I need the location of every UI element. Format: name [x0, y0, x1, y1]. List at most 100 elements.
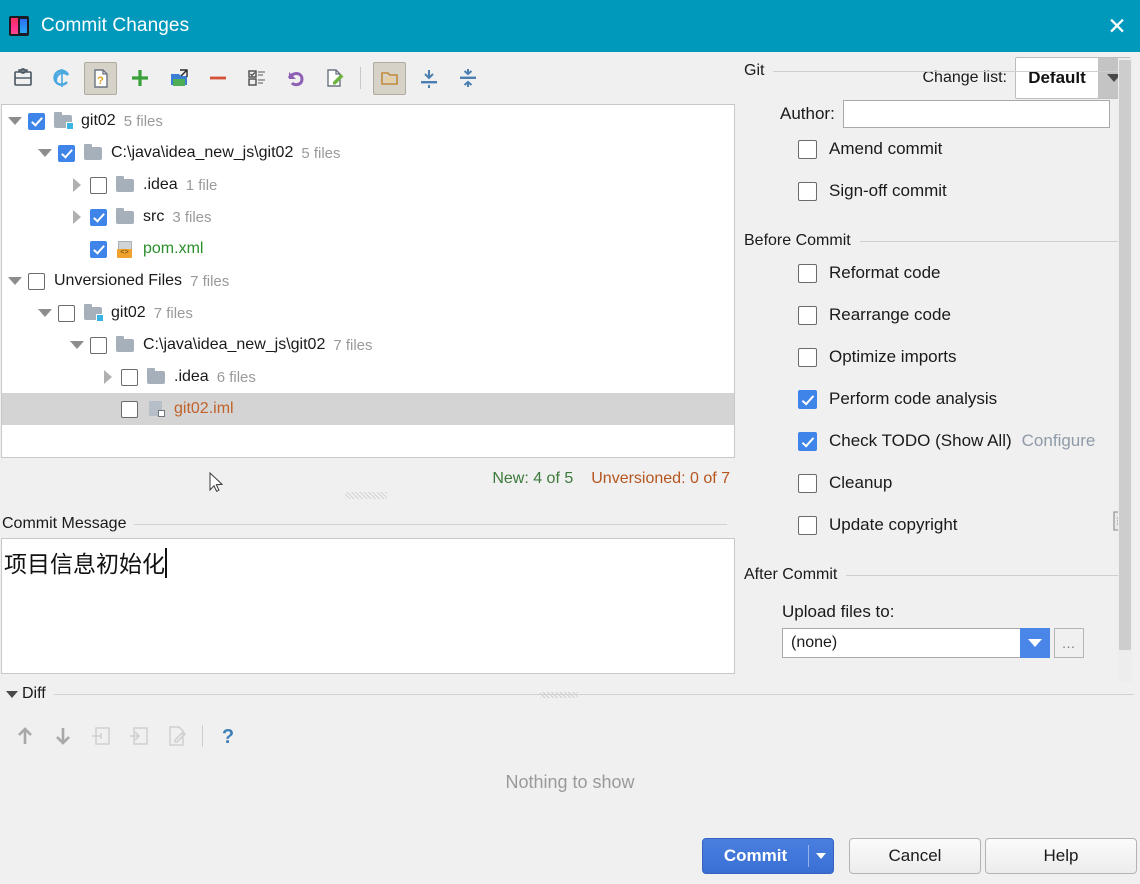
- reformat-code-checkbox[interactable]: [798, 263, 817, 283]
- row-checkbox[interactable]: [58, 144, 75, 162]
- tree-row[interactable]: C:\java\idea_new_js\git02 5 files: [2, 137, 734, 169]
- options-scrollbar[interactable]: [1118, 58, 1132, 682]
- sign-off-commit-checkbox[interactable]: [798, 181, 817, 201]
- configure-link[interactable]: Configure: [1022, 431, 1096, 451]
- expand-all-icon[interactable]: [412, 62, 445, 95]
- tree-twisty[interactable]: [64, 341, 90, 349]
- browse-button[interactable]: …: [1054, 628, 1084, 658]
- reformat-code-row[interactable]: Reformat code: [744, 252, 1124, 294]
- help-question-icon[interactable]: ?: [209, 717, 247, 755]
- tree-row[interactable]: git02 5 files: [2, 105, 734, 137]
- status-new-count: New: 4 of 5: [492, 470, 574, 487]
- perform-code-analysis-label: Perform code analysis: [829, 389, 998, 408]
- next-difference-icon[interactable]: [44, 717, 82, 755]
- tree-row-label: .idea: [143, 176, 178, 193]
- close-icon[interactable]: ✕: [1094, 0, 1140, 52]
- group-by-directory-icon[interactable]: [373, 61, 406, 95]
- diff-splitter-grip[interactable]: [540, 692, 578, 698]
- show-unversioned-files-icon[interactable]: ?: [84, 61, 117, 95]
- delete-icon[interactable]: [201, 62, 234, 95]
- perform-code-analysis-row[interactable]: Perform code analysis: [744, 378, 1124, 420]
- rearrange-code-label: Rearrange code: [829, 305, 951, 324]
- collapse-all-icon[interactable]: [451, 62, 484, 95]
- row-checkbox[interactable]: [90, 336, 107, 354]
- tree-row-label: pom.xml: [143, 240, 204, 257]
- tree-row[interactable]: git02.iml: [2, 393, 734, 425]
- splitter-grip[interactable]: [345, 492, 387, 499]
- diff-section-title: Diff: [22, 685, 46, 702]
- row-checkbox[interactable]: [90, 240, 107, 258]
- previous-difference-icon[interactable]: [6, 717, 44, 755]
- commit-options-panel: Git Author: Amend commit Sign-off commit…: [744, 60, 1124, 682]
- tree-twisty[interactable]: [64, 178, 90, 192]
- tree-row[interactable]: .idea 1 file: [2, 169, 734, 201]
- tree-row[interactable]: src 3 files: [2, 201, 734, 233]
- update-copyright-row[interactable]: Update copyright: [744, 504, 1124, 546]
- revert-icon[interactable]: [279, 62, 312, 95]
- tree-row-count: 5 files: [301, 144, 341, 162]
- rearrange-code-row[interactable]: Rearrange code: [744, 294, 1124, 336]
- revert-change-icon[interactable]: [82, 717, 120, 755]
- tree-twisty[interactable]: [2, 277, 28, 285]
- sign-off-commit-label: Sign-off commit: [829, 181, 947, 200]
- changes-tree[interactable]: git02 5 files C:\java\idea_new_js\git02 …: [1, 104, 735, 458]
- row-checkbox[interactable]: [121, 368, 138, 386]
- before-commit-section-header: Before Commit: [744, 230, 1124, 252]
- author-field[interactable]: [842, 100, 1110, 128]
- tree-twisty[interactable]: [2, 117, 28, 125]
- row-checkbox[interactable]: [28, 112, 45, 130]
- update-copyright-checkbox[interactable]: [798, 515, 817, 535]
- commit-message-input[interactable]: 项目信息初始化: [1, 538, 735, 674]
- tree-twisty[interactable]: [64, 210, 90, 224]
- rearrange-code-checkbox[interactable]: [798, 305, 817, 325]
- row-checkbox[interactable]: [121, 400, 138, 418]
- check-todo-row[interactable]: Check TODO (Show All) Configure: [744, 420, 1124, 462]
- perform-code-analysis-checkbox[interactable]: [798, 389, 817, 409]
- tree-twisty[interactable]: [32, 309, 58, 317]
- tree-row-label: C:\java\idea_new_js\git02: [143, 336, 326, 353]
- commit-button[interactable]: Commit: [702, 838, 834, 874]
- tree-twisty[interactable]: [95, 370, 121, 384]
- cleanup-row[interactable]: Cleanup: [744, 462, 1124, 504]
- chevron-down-icon[interactable]: [1020, 628, 1050, 658]
- amend-commit-label: Amend commit: [829, 139, 943, 158]
- edit-source-icon[interactable]: [158, 717, 196, 755]
- rollback-sync-icon[interactable]: [45, 62, 78, 95]
- amend-commit-checkbox[interactable]: [798, 139, 817, 159]
- tree-row[interactable]: git02 7 files: [2, 297, 734, 329]
- sign-off-commit-row[interactable]: Sign-off commit: [744, 170, 1124, 212]
- show-diff-icon[interactable]: [318, 62, 351, 95]
- tree-row[interactable]: C:\java\idea_new_js\git02 7 files: [2, 329, 734, 361]
- row-checkbox[interactable]: [28, 272, 45, 290]
- upload-files-combobox[interactable]: (none) …: [782, 628, 1084, 658]
- help-button[interactable]: Help: [985, 838, 1137, 874]
- check-todo-checkbox[interactable]: [798, 431, 817, 451]
- row-checkbox[interactable]: [90, 176, 107, 194]
- apply-change-icon[interactable]: [120, 717, 158, 755]
- dialog-buttons: Commit Cancel Help: [0, 838, 1140, 884]
- cleanup-checkbox[interactable]: [798, 473, 817, 493]
- scrollbar-thumb[interactable]: [1119, 60, 1131, 650]
- chevron-down-icon[interactable]: [6, 690, 18, 698]
- refresh-changes-icon[interactable]: [6, 62, 39, 95]
- amend-commit-row[interactable]: Amend commit: [744, 128, 1124, 170]
- tree-row[interactable]: <> pom.xml: [2, 233, 734, 265]
- svg-text:?: ?: [97, 75, 104, 87]
- row-checkbox[interactable]: [90, 208, 107, 226]
- tree-row[interactable]: .idea 6 files: [2, 361, 734, 393]
- tree-row-count: 3 files: [172, 208, 212, 226]
- cancel-button[interactable]: Cancel: [849, 838, 981, 874]
- folder-icon: [116, 176, 135, 193]
- optimize-imports-row[interactable]: Optimize imports: [744, 336, 1124, 378]
- move-to-another-changelist-icon[interactable]: [162, 62, 195, 95]
- row-checkbox[interactable]: [58, 304, 75, 322]
- divider: [859, 240, 1124, 242]
- tree-row[interactable]: Unversioned Files 7 files: [2, 265, 734, 297]
- tree-twisty[interactable]: [32, 149, 58, 157]
- divider: [53, 693, 1134, 695]
- add-to-vcs-icon[interactable]: [123, 62, 156, 95]
- optimize-imports-checkbox[interactable]: [798, 347, 817, 367]
- chevron-down-icon[interactable]: [809, 853, 833, 859]
- group-by-icon[interactable]: [240, 62, 273, 95]
- optimize-imports-label: Optimize imports: [829, 347, 957, 366]
